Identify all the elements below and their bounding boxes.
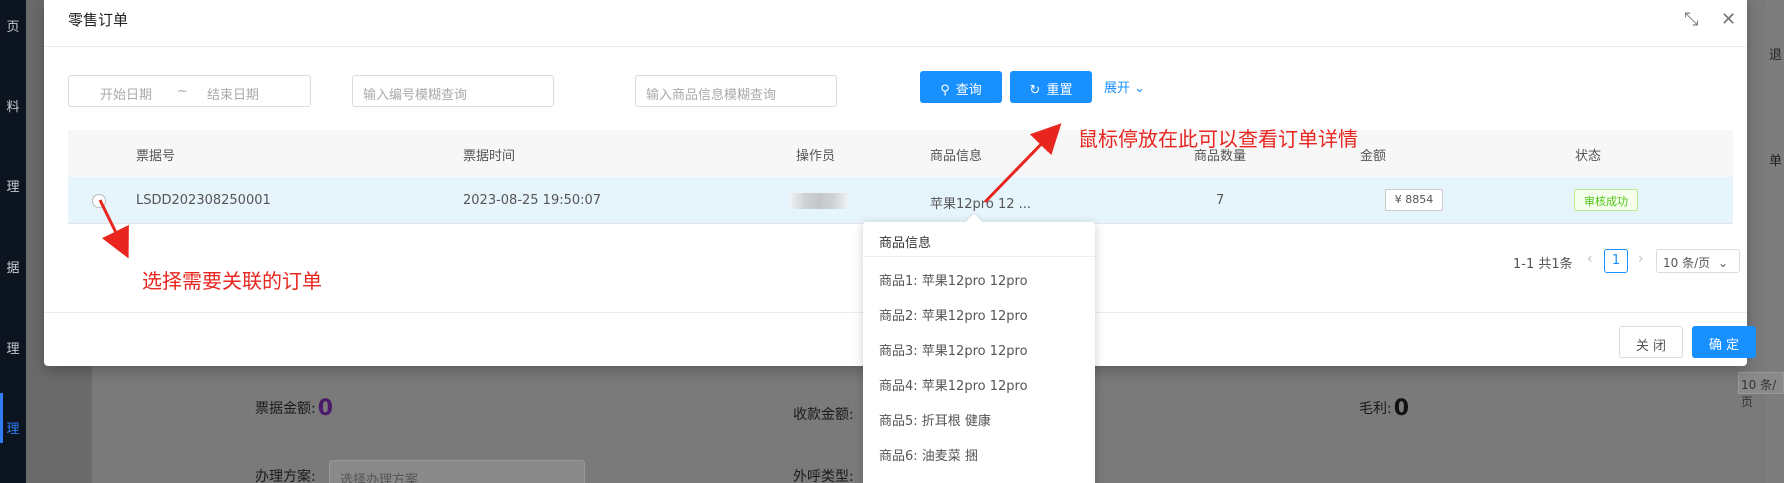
select-hint-arrow — [98, 199, 129, 259]
hover-hint-arrow — [983, 123, 1062, 204]
annotation-hover-hint: 鼠标停放在此可以查看订单详情 — [1078, 127, 1358, 151]
annotation-arrows — [98, 123, 1062, 259]
annotation-select-hint: 选择需要关联的订单 — [142, 269, 322, 293]
